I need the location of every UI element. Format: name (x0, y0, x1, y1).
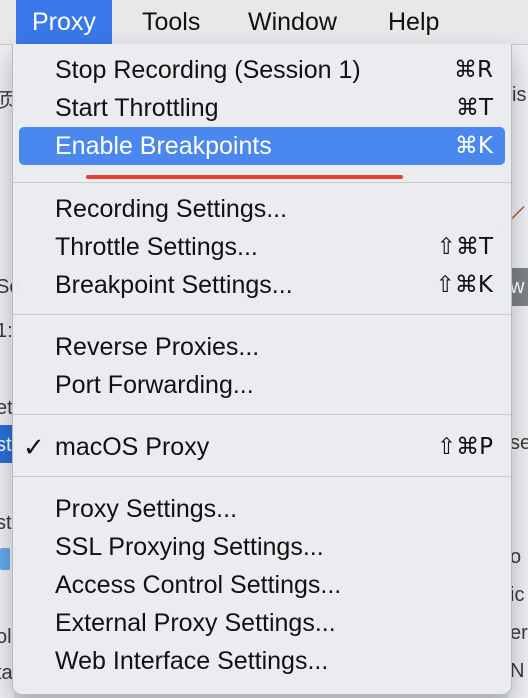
menu-item-label: Proxy Settings... (55, 495, 238, 523)
menu-separator (13, 476, 511, 477)
menu-item-web-interface-settings[interactable]: Web Interface Settings... (19, 642, 505, 680)
menu-item-breakpoint-settings[interactable]: Breakpoint Settings... ⇧⌘K (19, 266, 505, 304)
menu-item-label: Reverse Proxies... (55, 333, 260, 361)
menu-item-access-control-settings[interactable]: Access Control Settings... (19, 566, 505, 604)
background-folder-icon (0, 548, 10, 570)
menu-item-label: Throttle Settings... (55, 233, 258, 261)
menu-item-external-proxy-settings[interactable]: External Proxy Settings... (19, 604, 505, 642)
menu-item-label: Breakpoint Settings... (55, 271, 293, 299)
menu-item-shortcut: ⌘T (455, 95, 493, 121)
background-text-right: se (510, 432, 528, 454)
menu-item-throttle-settings[interactable]: Throttle Settings... ⇧⌘T (19, 228, 505, 266)
background-text-left: 1: (0, 320, 13, 342)
menu-item-label: Port Forwarding... (55, 371, 254, 399)
menubar-tools[interactable]: Tools (126, 0, 216, 44)
background-text-right: is (512, 84, 527, 106)
menu-item-label: Enable Breakpoints (55, 132, 272, 160)
menu-item-shortcut: ⇧⌘P (436, 434, 493, 460)
menu-item-label: SSL Proxying Settings... (55, 533, 324, 561)
menubar-help[interactable]: Help (372, 0, 455, 44)
background-text-right: er (510, 622, 528, 644)
menu-item-enable-breakpoints[interactable]: Enable Breakpoints ⌘K (19, 127, 505, 165)
menu-item-shortcut: ⌘K (454, 133, 493, 159)
menu-separator (13, 414, 511, 415)
menu-separator (13, 314, 511, 315)
menu-item-label: External Proxy Settings... (55, 609, 336, 637)
background-text-left: st (0, 512, 12, 534)
background-text-left: ol (0, 626, 12, 648)
proxy-menu: Stop Recording (Session 1) ⌘R Start Thro… (12, 44, 512, 695)
menu-item-label: Recording Settings... (55, 195, 288, 223)
checkmark-icon: ✓ (23, 432, 45, 462)
menubar-window[interactable]: Window (232, 0, 353, 44)
menu-item-reverse-proxies[interactable]: Reverse Proxies... (19, 328, 505, 366)
menu-item-shortcut: ⇧⌘K (435, 272, 493, 298)
menu-item-stop-recording[interactable]: Stop Recording (Session 1) ⌘R (19, 51, 505, 89)
menu-item-start-throttling[interactable]: Start Throttling ⌘T (19, 89, 505, 127)
menu-separator (13, 182, 511, 183)
menu-item-proxy-settings[interactable]: Proxy Settings... (19, 490, 505, 528)
menu-item-label: Start Throttling (55, 94, 219, 122)
menu-item-label: Web Interface Settings... (55, 647, 329, 675)
menu-item-shortcut: ⇧⌘T (436, 234, 493, 260)
menu-item-ssl-proxying-settings[interactable]: SSL Proxying Settings... (19, 528, 505, 566)
background-text-right: w (510, 276, 525, 298)
menu-item-label: Access Control Settings... (55, 571, 342, 599)
menu-item-label: macOS Proxy (55, 433, 210, 461)
menu-item-port-forwarding[interactable]: Port Forwarding... (19, 366, 505, 404)
background-text-left: ta (0, 662, 13, 684)
background-text-right: ic (510, 584, 525, 606)
menu-bar: Proxy Tools Window Help (0, 0, 528, 45)
background-text-left: et (0, 397, 13, 419)
menu-item-recording-settings[interactable]: Recording Settings... (19, 190, 505, 228)
annotation-underline (86, 175, 403, 179)
menubar-proxy[interactable]: Proxy (16, 0, 112, 44)
menu-item-label: Stop Recording (Session 1) (55, 56, 361, 84)
menu-item-shortcut: ⌘R (454, 57, 493, 83)
background-text-right: N (510, 660, 525, 682)
menu-item-macos-proxy[interactable]: ✓ macOS Proxy ⇧⌘P (19, 428, 505, 466)
background-text-left: st (0, 434, 12, 456)
